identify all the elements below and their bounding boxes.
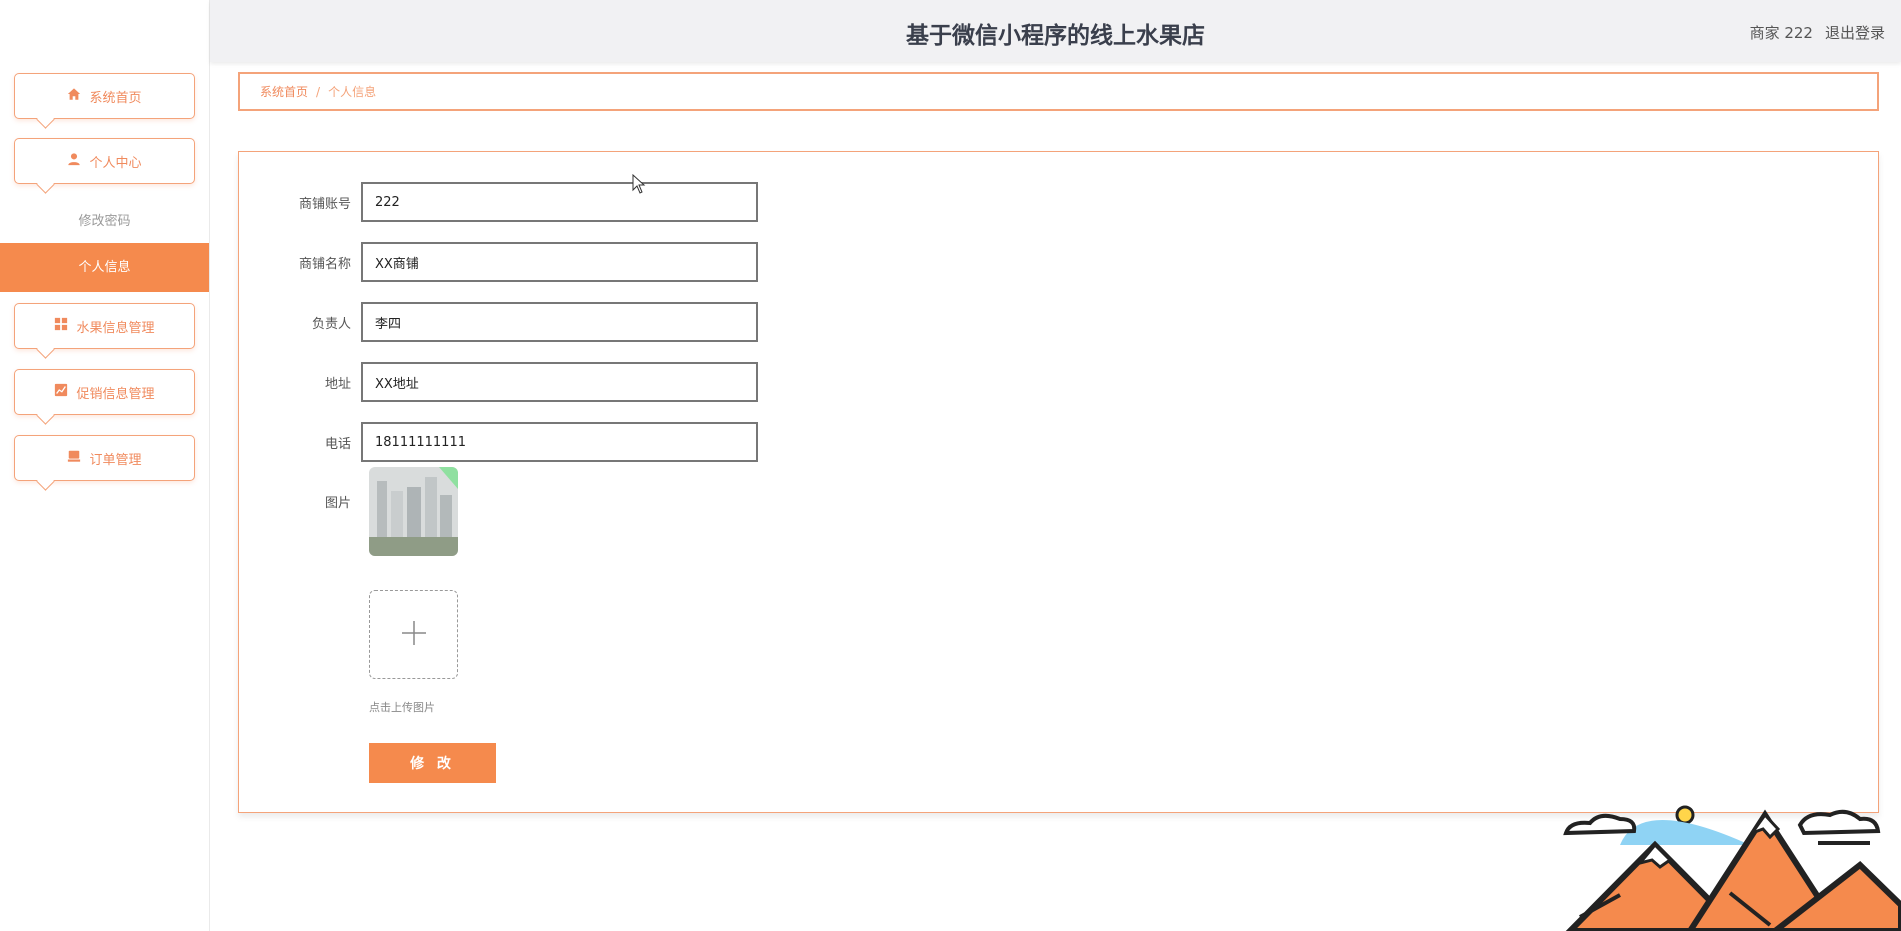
app-root: 系统首页 个人中心 修改密码 个人信息 水果信息管理 促销信息管理 订单管理 基… <box>0 0 1901 931</box>
sidebar-item-order-management[interactable]: 订单管理 <box>14 435 195 481</box>
mountain-illustration <box>1560 805 1901 931</box>
chart-icon <box>54 383 68 401</box>
field-label: 商铺名称 <box>298 256 351 272</box>
logout-link[interactable]: 退出登录 <box>1825 22 1885 43</box>
form-row-address: 地址 <box>239 362 758 402</box>
field-label: 负责人 <box>311 316 351 332</box>
sidebar-item-label: 订单管理 <box>89 452 142 468</box>
form-row-manager: 负责人 <box>239 302 758 342</box>
sidebar-item-promotion-management[interactable]: 促销信息管理 <box>14 369 195 415</box>
breadcrumb-home[interactable]: 系统首页 <box>260 83 308 100</box>
sidebar-item-label: 水果信息管理 <box>76 320 155 336</box>
top-header: 基于微信小程序的线上水果店 商家 222 退出登录 <box>210 0 1901 62</box>
profile-form: 商铺账号 商铺名称 负责人 地址 电话 图片 <box>238 151 1879 813</box>
sidebar-item-personal-center[interactable]: 个人中心 <box>14 138 195 184</box>
breadcrumb-separator: / <box>316 84 321 99</box>
manager-input[interactable] <box>361 302 758 342</box>
form-row-image: 图片 <box>239 492 361 511</box>
header-user-area: 商家 222 退出登录 <box>1750 22 1885 43</box>
upload-tip: 点击上传图片 <box>369 701 435 714</box>
plus-icon <box>400 619 428 651</box>
home-icon <box>67 87 81 105</box>
address-input[interactable] <box>361 362 758 402</box>
current-user: 商家 222 <box>1749 24 1813 42</box>
sidebar-item-fruit-management[interactable]: 水果信息管理 <box>14 303 195 349</box>
breadcrumb: 系统首页 / 个人信息 <box>238 72 1879 111</box>
shop-account-input[interactable] <box>361 182 758 222</box>
user-icon <box>67 152 81 170</box>
field-label: 图片 <box>324 496 351 511</box>
sidebar-item-label: 促销信息管理 <box>76 386 155 402</box>
sidebar: 系统首页 个人中心 修改密码 个人信息 水果信息管理 促销信息管理 订单管理 <box>0 0 210 931</box>
sidebar-item-label: 系统首页 <box>89 90 142 106</box>
field-label: 地址 <box>324 376 351 392</box>
site-title: 基于微信小程序的线上水果店 <box>906 23 1205 49</box>
phone-input[interactable] <box>361 422 758 462</box>
image-upload-button[interactable] <box>369 590 458 679</box>
field-label: 电话 <box>324 436 351 452</box>
sidebar-subitem-change-password[interactable]: 修改密码 <box>0 210 209 229</box>
sidebar-item-label: 个人中心 <box>89 155 142 171</box>
shop-name-input[interactable] <box>361 242 758 282</box>
sidebar-item-home[interactable]: 系统首页 <box>14 73 195 119</box>
order-icon <box>67 449 81 467</box>
mouse-cursor-icon <box>632 173 646 198</box>
field-label: 商铺账号 <box>298 196 351 212</box>
form-row-phone: 电话 <box>239 422 758 462</box>
breadcrumb-current: 个人信息 <box>328 85 377 99</box>
shop-image-thumbnail[interactable] <box>369 467 458 556</box>
modify-button[interactable]: 修 改 <box>369 743 496 783</box>
form-row-account: 商铺账号 <box>239 182 758 222</box>
grid-icon <box>54 317 68 335</box>
sidebar-subitem-personal-info[interactable]: 个人信息 <box>0 243 209 292</box>
form-row-shop-name: 商铺名称 <box>239 242 758 282</box>
